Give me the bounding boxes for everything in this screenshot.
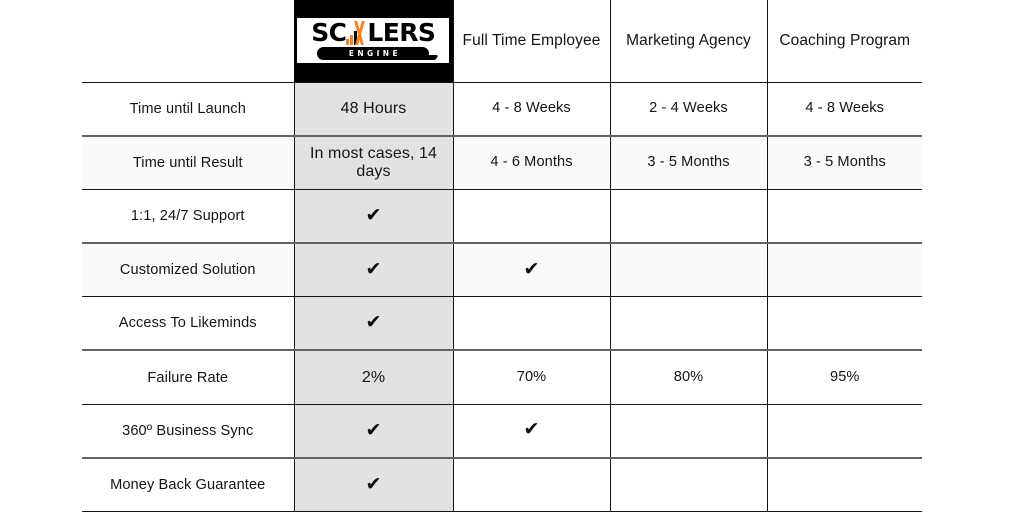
cell-scalers: In most cases, 14 days <box>293 134 454 190</box>
cell-coaching: 95% <box>766 349 922 405</box>
table-row: 1:1, 24/7 Support ✔ <box>82 188 922 244</box>
cell-coaching <box>766 296 922 351</box>
cell-scalers: 2% <box>293 349 454 405</box>
table-header: SC LERS ENGINE Full Time Employee Marketi… <box>82 0 922 83</box>
cell-scalers: ✔ <box>293 403 454 458</box>
header-cell-marketing-agency: Marketing Agency <box>609 0 767 83</box>
table-row: Money Back Guarantee ✔ <box>82 456 922 512</box>
cell-coaching <box>766 403 922 458</box>
cell-marketing <box>609 242 767 297</box>
cell-scalers: 48 Hours <box>293 81 454 136</box>
cell-coaching: 3 - 5 Months <box>766 134 922 190</box>
row-label: 1:1, 24/7 Support <box>82 188 294 244</box>
table-row: Access To Likeminds ✔ <box>82 296 922 351</box>
cell-full-time: 70% <box>452 349 610 405</box>
table-row: Customized Solution ✔ ✔ <box>82 242 922 297</box>
cell-scalers: ✔ <box>293 242 454 297</box>
check-icon: ✔ <box>523 257 540 280</box>
header-cell-coaching-program: Coaching Program <box>766 0 922 83</box>
header-cell-blank <box>82 0 294 82</box>
logo-wordmark: SC LERS <box>311 18 436 48</box>
check-icon: ✔ <box>365 418 382 441</box>
cell-scalers: ✔ <box>293 188 454 244</box>
logo-tagline: ENGINE <box>317 47 430 61</box>
cell-coaching <box>766 242 922 297</box>
cell-scalers: ✔ <box>293 296 454 351</box>
row-label: Access To Likeminds <box>82 296 294 351</box>
cell-full-time <box>452 188 610 244</box>
header-cell-scalers-logo: SC LERS ENGINE <box>294 0 453 83</box>
cell-marketing <box>609 456 767 512</box>
cell-coaching <box>766 456 922 512</box>
check-icon: ✔ <box>365 203 382 226</box>
logo-word-pre: SC <box>311 18 347 48</box>
table-row: Time until Result In most cases, 14 days… <box>82 134 922 190</box>
check-icon: ✔ <box>523 418 540 441</box>
cell-full-time: 4 - 8 Weeks <box>452 81 610 136</box>
header-cell-full-time-employee: Full Time Employee <box>452 0 610 83</box>
cell-scalers: ✔ <box>293 456 454 512</box>
row-label: Time until Result <box>82 134 294 190</box>
header-row: SC LERS ENGINE Full Time Employee Marketi… <box>82 0 922 83</box>
page-root: SC LERS ENGINE Full Time Employee Marketi… <box>0 0 1024 512</box>
cell-marketing: 80% <box>609 349 767 405</box>
row-label: Customized Solution <box>82 242 294 297</box>
logo-chart-a-icon <box>346 20 367 46</box>
row-label: Time until Launch <box>82 81 294 136</box>
cell-marketing <box>609 296 767 351</box>
table-row: Failure Rate 2% 70% 80% 95% <box>82 349 922 405</box>
check-icon: ✔ <box>365 472 382 495</box>
row-label: Money Back Guarantee <box>82 456 294 512</box>
cell-full-time: 4 - 6 Months <box>452 134 610 190</box>
cell-coaching: 4 - 8 Weeks <box>766 81 922 136</box>
comparison-table: SC LERS ENGINE Full Time Employee Marketi… <box>82 0 922 512</box>
row-label: 360º Business Sync <box>82 403 294 458</box>
table-row: 360º Business Sync ✔ ✔ <box>82 403 922 458</box>
cell-marketing <box>609 188 767 244</box>
cell-marketing: 2 - 4 Weeks <box>609 81 767 136</box>
row-label: Failure Rate <box>82 349 294 405</box>
cell-marketing: 3 - 5 Months <box>609 134 767 190</box>
table-body: Time until Launch 48 Hours 4 - 8 Weeks 2… <box>82 81 922 512</box>
cell-full-time: ✔ <box>452 403 610 458</box>
check-icon: ✔ <box>365 311 382 334</box>
cell-full-time <box>452 456 610 512</box>
cell-marketing <box>609 403 767 458</box>
cell-full-time: ✔ <box>452 242 610 297</box>
table-row: Time until Launch 48 Hours 4 - 8 Weeks 2… <box>82 81 922 136</box>
logo-word-post: LERS <box>367 18 436 48</box>
cell-full-time <box>452 296 610 351</box>
check-icon: ✔ <box>365 258 382 281</box>
scalers-engine-logo: SC LERS ENGINE <box>297 18 450 64</box>
cell-coaching <box>766 188 922 244</box>
